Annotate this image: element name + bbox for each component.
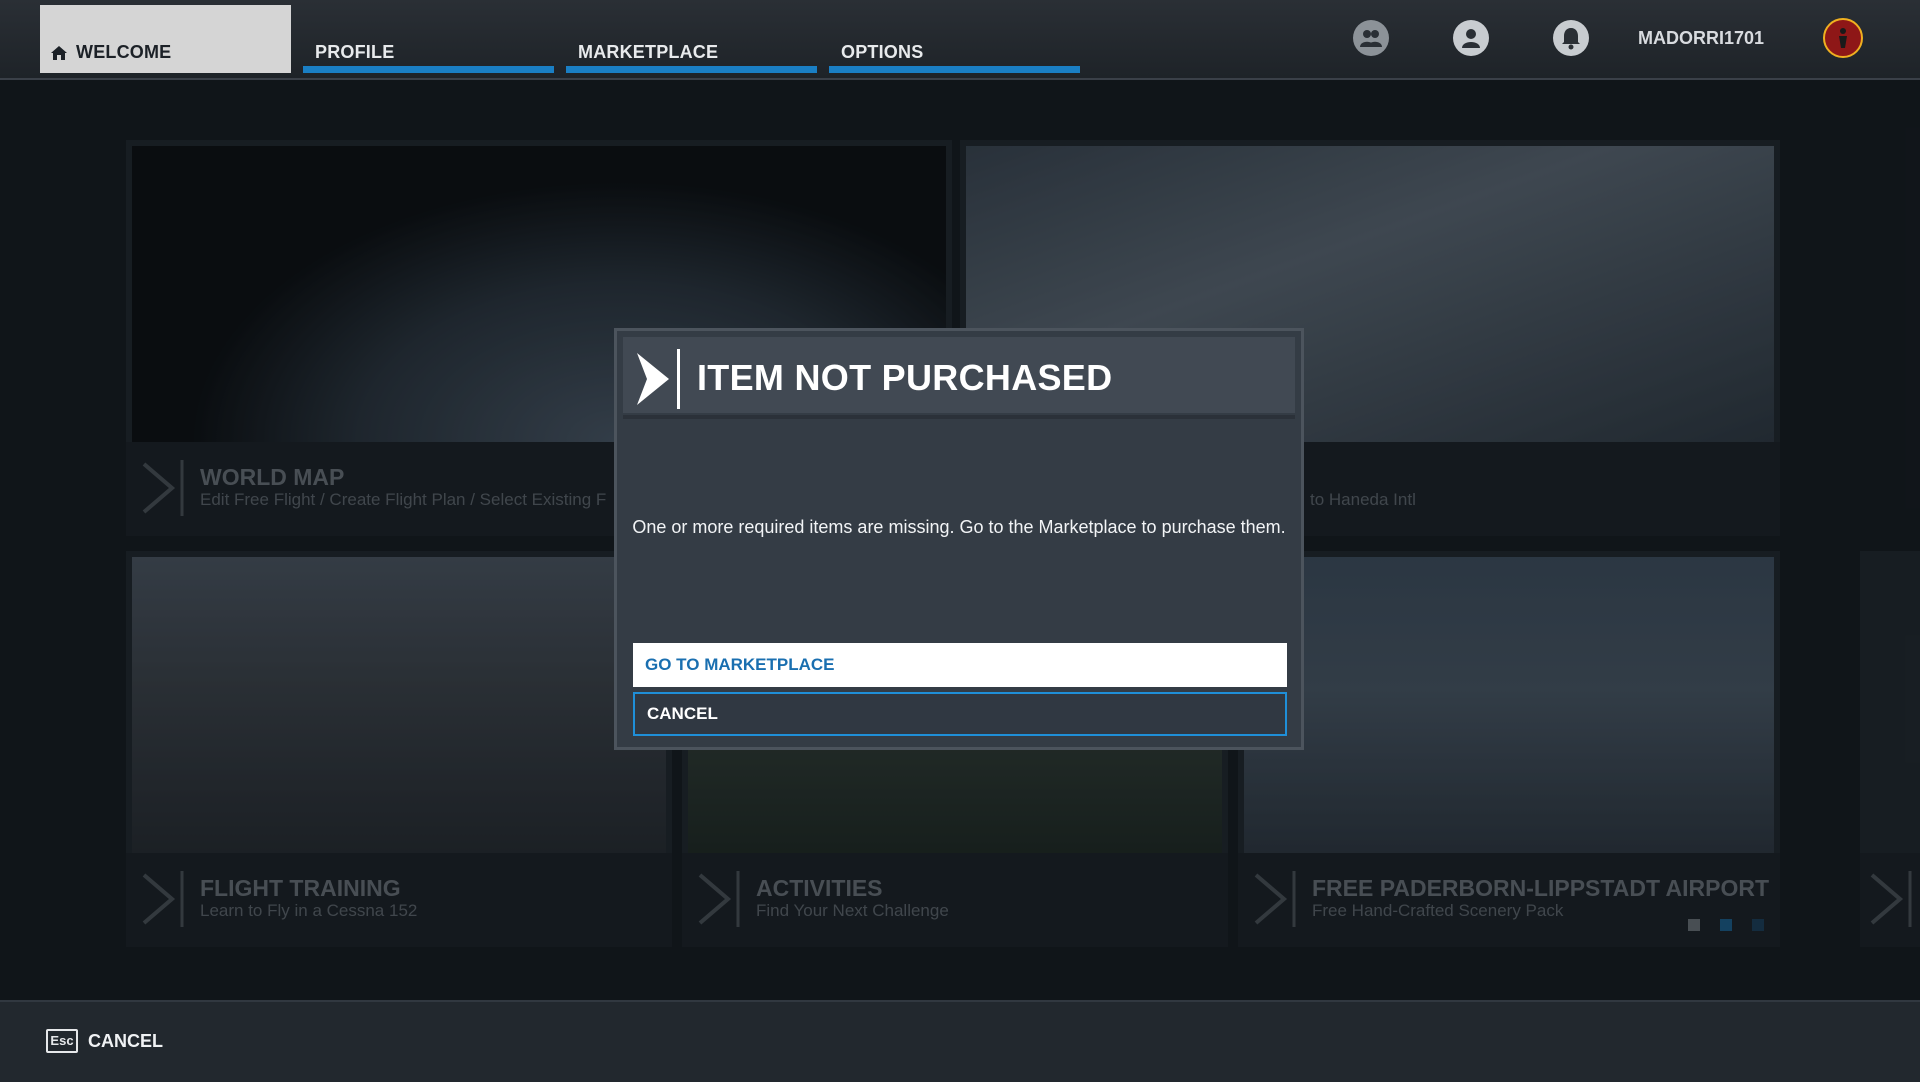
tab-welcome-label: WELCOME (76, 42, 172, 62)
bottom-action-bar: Esc CANCEL (0, 1000, 1920, 1082)
tab-underline (303, 66, 554, 73)
avatar[interactable] (1823, 18, 1863, 58)
dialog-header: ITEM NOT PURCHASED (623, 337, 1295, 413)
item-not-purchased-dialog: ITEM NOT PURCHASED One or more required … (614, 328, 1304, 750)
friends-icon[interactable] (1353, 20, 1389, 56)
tab-underline (829, 66, 1080, 73)
tab-welcome[interactable]: WELCOME (40, 5, 291, 73)
chevron-right-icon (637, 349, 680, 409)
tab-profile[interactable]: PROFILE (303, 5, 554, 73)
tab-options[interactable]: OPTIONS (829, 5, 1080, 73)
bell-glyph (1562, 28, 1580, 50)
divider (623, 415, 1295, 419)
home-icon (51, 46, 67, 60)
tab-underline (566, 66, 817, 73)
profile-icon[interactable] (1453, 20, 1489, 56)
tab-marketplace-label: MARKETPLACE (578, 42, 719, 62)
dialog-message: One or more required items are missing. … (632, 517, 1286, 537)
cancel-button[interactable]: CANCEL (633, 692, 1287, 736)
esc-key-icon: Esc (46, 1029, 78, 1053)
dialog-title: ITEM NOT PURCHASED (697, 357, 1113, 398)
tab-options-label: OPTIONS (841, 42, 924, 62)
footer-cancel-button[interactable]: CANCEL (88, 1031, 163, 1052)
notifications-icon[interactable] (1553, 20, 1589, 56)
tab-marketplace[interactable]: MARKETPLACE (566, 5, 817, 73)
username[interactable]: MADORRI1701 (1638, 28, 1764, 49)
avatar-figure-icon (1839, 28, 1847, 48)
tab-profile-label: PROFILE (315, 42, 395, 62)
person-glyph (1462, 29, 1480, 48)
top-navigation-bar: WELCOME PROFILE MARKETPLACE OPTIONS MADO… (0, 0, 1920, 80)
friends-glyph (1360, 30, 1382, 47)
go-to-marketplace-button[interactable]: GO TO MARKETPLACE (633, 643, 1287, 687)
